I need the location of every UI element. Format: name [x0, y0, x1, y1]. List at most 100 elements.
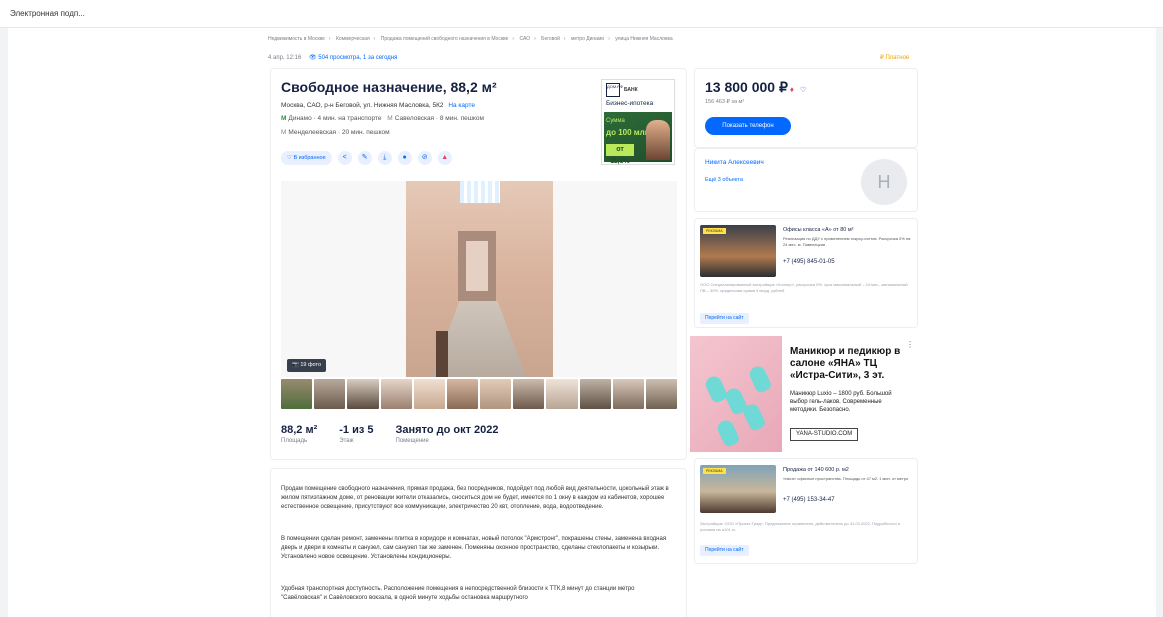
stat-label: Площадь: [281, 438, 308, 444]
breadcrumb-item[interactable]: Коммерческая: [336, 36, 370, 42]
thumbnail[interactable]: [612, 379, 644, 409]
heart-icon[interactable]: ♡: [800, 87, 806, 94]
mortgage-sum: до 100 млн: [606, 128, 650, 137]
nail: [741, 401, 767, 433]
listing-meta: 4 апр, 12:16 👁 504 просмотра, 1 за сегод…: [268, 54, 397, 61]
views-count-text: 504 просмотра, 1 за сегодня: [318, 55, 398, 61]
browser-tab-bar: Электронная подп...: [0, 0, 1163, 28]
views-count[interactable]: 👁 504 просмотра, 1 за сегодня: [309, 55, 397, 61]
paid-badge: ₽ Платное: [880, 55, 910, 61]
agent-more-objects[interactable]: Ещё 3 объекта: [705, 177, 743, 183]
mortgage-sum-label: Сумма: [606, 118, 625, 124]
favorite-button[interactable]: ♡ В избранное: [281, 151, 332, 165]
print-icon[interactable]: ●: [397, 151, 412, 165]
thumbnail[interactable]: [347, 379, 379, 409]
thumbnail[interactable]: [579, 379, 611, 409]
ad-phone[interactable]: +7 (495) 153-34-47: [783, 497, 835, 503]
agent-name[interactable]: Никита Алексеевич: [705, 159, 764, 166]
show-phone-button[interactable]: Показать телефон: [705, 117, 791, 135]
stat-area: 88,2 м² Площадь: [281, 424, 317, 444]
metro-time: · 8 мин. пешком: [435, 115, 484, 122]
complaint-icon[interactable]: ▲: [437, 151, 452, 165]
stat-value: 88,2 м²: [281, 424, 318, 436]
metro-name[interactable]: Менделеевская: [288, 129, 336, 136]
breadcrumb-item[interactable]: метро Динамо: [571, 36, 604, 42]
thumbnail[interactable]: [645, 379, 678, 409]
ad-nails[interactable]: Маникюр и педикюр в салоне «ЯНА» ТЦ «Ист…: [688, 332, 918, 454]
price-per-meter: 156 463 ₽ за м²: [705, 99, 745, 105]
browser-tab[interactable]: Электронная подп...: [10, 9, 85, 18]
breadcrumb-item[interactable]: Продажа помещений свободного назначения …: [381, 36, 509, 42]
map-link[interactable]: На карте: [448, 102, 475, 109]
ad-site-link[interactable]: Перейти на сайт: [700, 313, 749, 324]
domrf-logo: ДОМ.РФ: [606, 83, 623, 97]
ad-legal-text: Застройщик: ООО «Проект-Град». Предложен…: [700, 521, 901, 532]
nail: [715, 417, 741, 449]
stat-label: Этаж: [339, 438, 354, 444]
metro-icon: М: [281, 115, 287, 122]
thumbnail[interactable]: [281, 379, 313, 409]
avatar[interactable]: Н: [861, 159, 907, 205]
mortgage-rate: от 11,5%: [606, 144, 634, 165]
listing-address: Москва, САО, р-н Беговой, ул. Нижняя Мас…: [281, 102, 475, 109]
thumbnail[interactable]: [314, 379, 346, 409]
ad-offices[interactable]: РЕКЛАМА Офисы класса «А» от 80 м² Реализ…: [694, 218, 918, 328]
stat-value: -1 из 5: [339, 424, 374, 436]
metro-station: М Динамо · 4 мин. на транспорте М Савеловс…: [281, 115, 484, 122]
hide-icon[interactable]: ⊘: [417, 151, 432, 165]
nail: [747, 363, 773, 395]
breadcrumb-item[interactable]: улица Нижняя Масловка: [615, 36, 672, 42]
stat-label: Помещение: [395, 438, 429, 444]
metro-icon: М: [387, 115, 393, 122]
ad-site-button[interactable]: YANA-STUDIO.COM: [790, 428, 859, 441]
metro-station: М Менделеевская · 20 мин. пешком: [281, 129, 390, 136]
photo-gallery[interactable]: 📷 19 фото: [281, 181, 677, 377]
price-card: 13 800 000 ₽ ♦ ♡ 156 463 ₽ за м² Показать …: [694, 68, 918, 148]
mortgage-ad[interactable]: ДОМ.РФ БАНК Бизнес-ипотека Сумма до 100 …: [601, 79, 675, 165]
metro-name[interactable]: Динамо: [288, 115, 311, 122]
description-card: Продам помещение свободного назначения, …: [270, 468, 687, 617]
ad-text: «Iskra» офисные пространства. Площадь от…: [783, 476, 909, 481]
ad-badge: РЕКЛАМА: [703, 468, 726, 474]
price: 13 800 000 ₽ ♦ ♡: [705, 79, 806, 96]
listing-stats: 88,2 м² Площадь -1 из 5 Этаж Занято до о…: [281, 424, 499, 444]
ad-nails-image[interactable]: [690, 336, 782, 452]
more-icon[interactable]: ⋮: [906, 340, 914, 349]
main-photo[interactable]: [406, 181, 553, 377]
breadcrumb-item[interactable]: САО: [519, 36, 530, 42]
thumbnail[interactable]: [380, 379, 412, 409]
mortgage-ad-title: Бизнес-ипотека: [606, 100, 654, 107]
ad-title[interactable]: Офисы класса «А» от 80 м²: [783, 227, 913, 233]
bank-label: БАНК: [624, 87, 638, 93]
thumbnail[interactable]: [513, 379, 545, 409]
thumbnail[interactable]: [546, 379, 578, 409]
ad-title[interactable]: Маникюр и педикюр в салоне «ЯНА» ТЦ «Ист…: [790, 346, 908, 382]
thumbnail[interactable]: [446, 379, 479, 409]
breadcrumb-item[interactable]: Беговой: [541, 36, 560, 42]
ad-title[interactable]: Продажа от 140 600 р. м2: [783, 467, 913, 473]
edit-icon[interactable]: ✎: [357, 151, 372, 165]
mortgage-ad-person: [646, 120, 670, 160]
metro-name[interactable]: Савеловская: [395, 115, 434, 122]
ad-site-link[interactable]: Перейти на сайт: [700, 545, 749, 556]
listing-actions: ♡ В избранное < ✎ ⤓ ● ⊘ ▲: [281, 151, 452, 165]
ad-badge: РЕКЛАМА: [703, 228, 726, 234]
ad-phone[interactable]: +7 (495) 845-01-05: [783, 259, 835, 265]
thumbnail[interactable]: [413, 379, 445, 409]
stat-floor: -1 из 5 Этаж: [339, 424, 373, 444]
address-text[interactable]: Москва, САО, р-н Беговой, ул. Нижняя Мас…: [281, 102, 444, 109]
description-paragraph: В помещении сделан ремонт, заменены плит…: [281, 536, 667, 560]
price-history-icon[interactable]: ♦: [790, 85, 794, 94]
ad-spaces[interactable]: РЕКЛАМА Продажа от 140 600 р. м2 «Iskra»…: [694, 458, 918, 564]
stat-occupancy: Занято до окт 2022 Помещение: [396, 424, 499, 444]
publish-date: 4 апр, 12:16: [268, 55, 302, 61]
listing-card: Свободное назначение, 88,2 м² Москва, СА…: [270, 68, 687, 460]
breadcrumb-item[interactable]: Недвижимость в Москве: [268, 36, 325, 42]
thumbnail[interactable]: [480, 379, 512, 409]
share-icon[interactable]: <: [337, 151, 352, 165]
photo-count-badge[interactable]: 📷 19 фото: [287, 359, 327, 372]
download-icon[interactable]: ⤓: [377, 151, 392, 165]
metro-icon: М: [281, 129, 287, 136]
ad-text: Реализация по ДДУ с применением эскроу-с…: [783, 236, 911, 247]
listing-title: Свободное назначение, 88,2 м²: [281, 79, 497, 95]
